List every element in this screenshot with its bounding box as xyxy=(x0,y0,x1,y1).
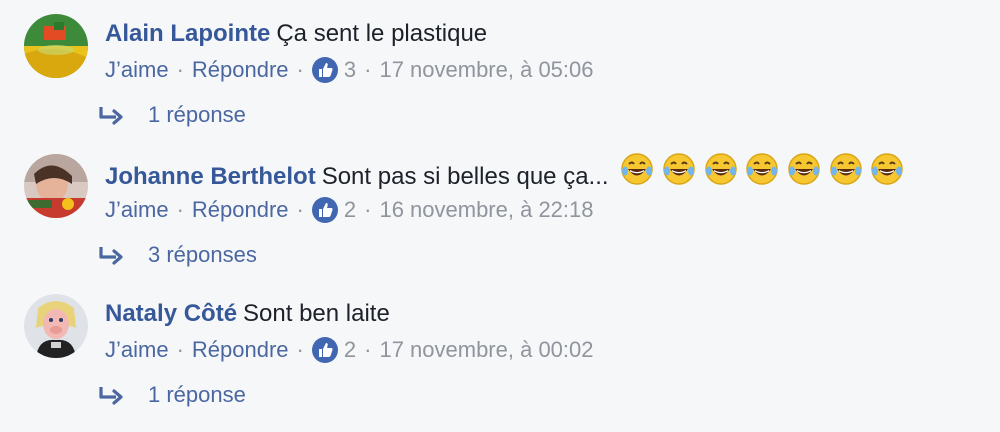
comment-body: Johanne Berthelot Sont pas si belles que … xyxy=(105,153,904,194)
timestamp[interactable]: 16 novembre, à 22:18 xyxy=(379,194,593,226)
separator: · xyxy=(176,197,184,222)
view-replies-link[interactable]: 3 réponses xyxy=(96,237,257,273)
like-link[interactable]: J’aime xyxy=(105,54,169,86)
separator: · xyxy=(296,197,304,222)
separator: · xyxy=(364,57,372,82)
comment-actions: J’aime · Répondre · 3 · 17 novembre, à 0… xyxy=(105,54,594,86)
separator: · xyxy=(364,337,372,362)
avatar[interactable] xyxy=(24,294,88,358)
avatar-image xyxy=(24,14,88,78)
comment-body: Alain Lapointe Ça sent le plastique xyxy=(105,14,487,54)
separator: · xyxy=(364,197,372,222)
laughing-emoji-icon xyxy=(704,152,738,199)
comment-actions: J’aime · Répondre · 2 · 16 novembre, à 2… xyxy=(105,194,594,226)
reply-arrow-icon xyxy=(96,103,126,127)
author-name[interactable]: Johanne Berthelot xyxy=(105,163,316,190)
like-link[interactable]: J’aime xyxy=(105,194,169,226)
comment-body: Nataly Côté Sont ben laite xyxy=(105,294,390,334)
author-name[interactable]: Nataly Côté xyxy=(105,300,237,327)
comment-actions: J’aime · Répondre · 2 · 17 novembre, à 0… xyxy=(105,334,594,366)
like-reaction-icon[interactable] xyxy=(311,57,338,83)
reply-arrow-icon xyxy=(96,383,126,407)
replies-count-label: 1 réponse xyxy=(148,382,246,407)
like-link[interactable]: J’aime xyxy=(105,334,169,366)
avatar[interactable] xyxy=(24,14,88,78)
laughing-emoji-icon xyxy=(829,152,863,199)
separator: · xyxy=(176,57,184,82)
laughing-emoji-icon xyxy=(870,152,904,199)
like-reaction-icon[interactable] xyxy=(311,197,338,223)
comment-text: Sont pas si belles que ça... xyxy=(321,162,609,190)
laughing-emoji-icon xyxy=(787,152,821,199)
reply-link[interactable]: Répondre xyxy=(192,194,289,226)
avatar-image xyxy=(24,154,88,218)
laughing-emoji-icon xyxy=(745,152,779,199)
reaction-count[interactable]: 2 xyxy=(344,194,356,226)
comment-text: Ça sent le plastique xyxy=(276,20,488,47)
comment: Alain Lapointe Ça sent le plastique J’aim… xyxy=(0,0,1000,140)
author-name[interactable]: Alain Lapointe xyxy=(105,20,270,47)
avatar-image xyxy=(24,294,88,358)
comment-text: Sont ben laite xyxy=(243,300,390,327)
reply-arrow-icon xyxy=(96,243,126,267)
reaction-count[interactable]: 2 xyxy=(344,334,356,366)
view-replies-link[interactable]: 1 réponse xyxy=(96,97,246,133)
separator: · xyxy=(296,337,304,362)
view-replies-link[interactable]: 1 réponse xyxy=(96,377,246,413)
comment: Nataly Côté Sont ben laite J’aime · Répon… xyxy=(0,280,1000,420)
replies-count-label: 1 réponse xyxy=(148,102,246,127)
separator: · xyxy=(176,337,184,362)
laughing-emoji-icon xyxy=(662,152,696,199)
reply-link[interactable]: Répondre xyxy=(192,334,289,366)
separator: · xyxy=(296,57,304,82)
reply-link[interactable]: Répondre xyxy=(192,54,289,86)
emoji-group xyxy=(619,153,904,190)
avatar[interactable] xyxy=(24,154,88,218)
like-reaction-icon[interactable] xyxy=(311,337,338,363)
timestamp[interactable]: 17 novembre, à 05:06 xyxy=(379,54,593,86)
laughing-emoji-icon xyxy=(620,152,654,199)
reaction-count[interactable]: 3 xyxy=(344,54,356,86)
timestamp[interactable]: 17 novembre, à 00:02 xyxy=(379,334,593,366)
replies-count-label: 3 réponses xyxy=(148,242,257,267)
comment: Johanne Berthelot Sont pas si belles que … xyxy=(0,140,1000,280)
